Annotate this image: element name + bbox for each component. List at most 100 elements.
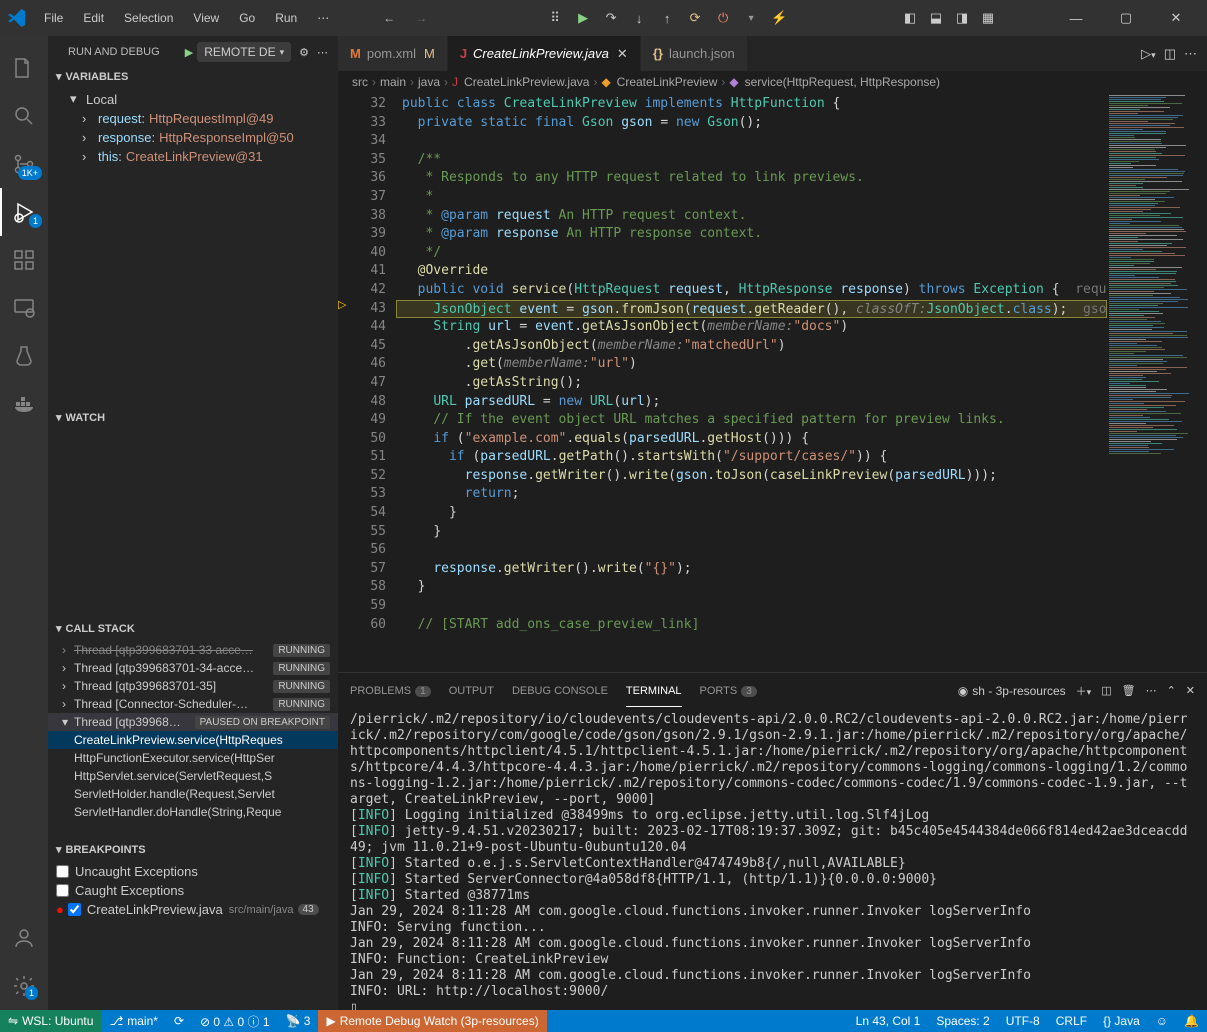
minimize-button[interactable]: — (1053, 0, 1099, 36)
start-debug-icon[interactable]: ▶ (185, 46, 193, 59)
menu-more[interactable]: ⋯ (309, 7, 337, 29)
split-terminal-icon[interactable]: ◫ (1101, 684, 1111, 697)
layout-panel-icon[interactable]: ⬓ (925, 7, 947, 29)
step-out-icon[interactable]: ↑ (656, 7, 678, 29)
bp-uncaught-exceptions[interactable]: Uncaught Exceptions (48, 862, 338, 881)
callstack-frame[interactable]: ServletHolder.handle(Request,Servlet (48, 785, 338, 803)
search-icon[interactable] (0, 92, 48, 140)
callstack-frame[interactable]: ServletHandler.doHandle(String,Reque (48, 803, 338, 821)
tab-more-icon[interactable]: ⋯ (1184, 46, 1197, 62)
close-panel-icon[interactable]: ✕ (1186, 684, 1195, 697)
terminal-content[interactable]: /pierrick/.m2/repository/io/cloudevents/… (338, 708, 1207, 1010)
code-content[interactable]: public class CreateLinkPreview implement… (396, 93, 1107, 672)
settings-gear-icon[interactable]: 1 (0, 962, 48, 1010)
bp-file-row[interactable]: ●CreateLinkPreview.javasrc/main/java43 (48, 900, 338, 919)
callstack-thread-row[interactable]: ›Thread [Connector-Scheduler-…RUNNING (48, 695, 338, 713)
run-icon[interactable]: ▷▾ (1141, 46, 1156, 62)
restart-icon[interactable]: ⟳ (684, 7, 706, 29)
callstack-thread-row[interactable]: ›Thread [qtp399683701-35]RUNNING (48, 677, 338, 695)
close-window-button[interactable]: ✕ (1153, 0, 1199, 36)
callstack-frame[interactable]: HttpFunctionExecutor.service(HttpSer (48, 749, 338, 767)
debug-dropdown-icon[interactable]: ▾ (740, 7, 762, 29)
status-feedback[interactable]: ☺ (1148, 1014, 1176, 1028)
callstack-thread-row[interactable]: ›Thread [qtp399683701 33 acce…RUNNING (48, 641, 338, 659)
split-editor-icon[interactable]: ◫ (1164, 46, 1176, 62)
step-into-icon[interactable]: ↓ (628, 7, 650, 29)
status-encoding[interactable]: UTF-8 (998, 1014, 1048, 1028)
status-notifications[interactable]: 🔔 (1176, 1014, 1207, 1028)
maximize-button[interactable]: ▢ (1103, 0, 1149, 36)
hot-reload-icon[interactable]: ⚡ (768, 7, 790, 29)
status-branch[interactable]: ⎇main* (101, 1014, 166, 1028)
file-tab[interactable]: JCreateLinkPreview.java✕ (448, 36, 641, 71)
status-indent[interactable]: Spaces: 2 (928, 1014, 997, 1028)
menu-view[interactable]: View (185, 7, 227, 29)
variables-section-header[interactable]: ▾VARIABLES (48, 66, 338, 87)
status-remote[interactable]: ⇋WSL: Ubuntu (0, 1010, 101, 1032)
explorer-icon[interactable] (0, 44, 48, 92)
panel-tab-output[interactable]: OUTPUT (449, 683, 494, 699)
panel-tab-problems[interactable]: PROBLEMS1 (350, 683, 431, 699)
menu-file[interactable]: File (36, 7, 71, 29)
terminal-shell-indicator[interactable]: ◉sh - 3p-resources (958, 684, 1066, 698)
status-sync[interactable]: ⟳ (166, 1014, 192, 1028)
bp-uncaught-checkbox[interactable] (56, 865, 69, 878)
status-cursor[interactable]: Ln 43, Col 1 (848, 1014, 929, 1028)
breakpoints-section-header[interactable]: ▾BREAKPOINTS (48, 839, 338, 860)
debug-settings-icon[interactable]: ⚙ (299, 46, 309, 59)
accounts-icon[interactable] (0, 914, 48, 962)
status-language[interactable]: {} Java (1095, 1014, 1148, 1028)
variable-row[interactable]: ›response: HttpResponseImpl@50 (58, 128, 338, 147)
new-terminal-icon[interactable]: ＋▾ (1076, 683, 1092, 699)
maximize-panel-icon[interactable]: ⌃ (1167, 684, 1176, 697)
callstack-thread-row[interactable]: ›Thread [qtp399683701-34-acce…RUNNING (48, 659, 338, 677)
nav-back-button[interactable]: ← (375, 7, 403, 29)
layout-sidebar-right-icon[interactable]: ◨ (951, 7, 973, 29)
panel-more-icon[interactable]: ⋯ (1146, 684, 1157, 697)
code-editor[interactable]: ▷ 32333435363738394041424344454647484950… (338, 93, 1207, 672)
breadcrumb[interactable]: src› main› java› JCreateLinkPreview.java… (338, 71, 1207, 93)
disconnect-icon[interactable]: ⏻ (712, 7, 734, 29)
remote-explorer-icon[interactable] (0, 284, 48, 332)
debug-more-icon[interactable]: ⋯ (317, 46, 328, 59)
panel-tab-debugconsole[interactable]: DEBUG CONSOLE (512, 683, 608, 699)
debug-config-select[interactable]: Remote De ▾ (197, 42, 291, 62)
extensions-icon[interactable] (0, 236, 48, 284)
status-ports[interactable]: 📡 3 (278, 1014, 319, 1028)
bp-caught-exceptions[interactable]: Caught Exceptions (48, 881, 338, 900)
variable-row[interactable]: ›request: HttpRequestImpl@49 (58, 109, 338, 128)
file-tab[interactable]: Mpom.xmlM (338, 36, 448, 71)
variables-scope-local[interactable]: ▾Local (58, 89, 338, 109)
menu-run[interactable]: Run (267, 7, 305, 29)
callstack-thread-paused[interactable]: ▾Thread [qtp39968…PAUSED ON BREAKPOINT (48, 713, 338, 731)
panel-tab-ports[interactable]: PORTS3 (700, 683, 757, 699)
status-problems[interactable]: ⊘ 0 ⚠ 0 ⓘ 1 (192, 1013, 278, 1030)
callstack-section-header[interactable]: ▾CALL STACK (48, 618, 338, 639)
menu-selection[interactable]: Selection (116, 7, 181, 29)
breakpoint-marker-icon[interactable]: ▷ (338, 298, 346, 311)
panel-tab-terminal[interactable]: TERMINAL (626, 683, 682, 699)
bp-file-checkbox[interactable] (68, 903, 81, 916)
menu-edit[interactable]: Edit (75, 7, 112, 29)
testing-icon[interactable] (0, 332, 48, 380)
status-debug-session[interactable]: ▶Remote Debug Watch (3p-resources) (318, 1010, 546, 1032)
callstack-frame[interactable]: CreateLinkPreview.service(HttpReques (48, 731, 338, 749)
continue-icon[interactable]: ▶ (572, 7, 594, 29)
menu-go[interactable]: Go (231, 7, 263, 29)
kill-terminal-icon[interactable]: 🗑 (1122, 684, 1136, 697)
file-tab[interactable]: {}launch.json (641, 36, 748, 71)
run-debug-icon[interactable]: 1 (0, 188, 48, 236)
layout-sidebar-left-icon[interactable]: ◧ (899, 7, 921, 29)
step-over-icon[interactable]: ↷ (600, 7, 622, 29)
status-eol[interactable]: CRLF (1048, 1014, 1095, 1028)
bp-caught-checkbox[interactable] (56, 884, 69, 897)
layout-customize-icon[interactable]: ▦ (977, 7, 999, 29)
docker-icon[interactable] (0, 380, 48, 428)
minimap[interactable] (1107, 93, 1207, 672)
callstack-frame[interactable]: HttpServlet.service(ServletRequest,S (48, 767, 338, 785)
source-control-icon[interactable]: 1K+ (0, 140, 48, 188)
drag-handle-icon[interactable]: ⠿ (544, 7, 566, 29)
watch-section-header[interactable]: ▾WATCH (48, 407, 338, 428)
close-tab-icon[interactable]: ✕ (617, 46, 628, 62)
variable-row[interactable]: ›this: CreateLinkPreview@31 (58, 147, 338, 166)
